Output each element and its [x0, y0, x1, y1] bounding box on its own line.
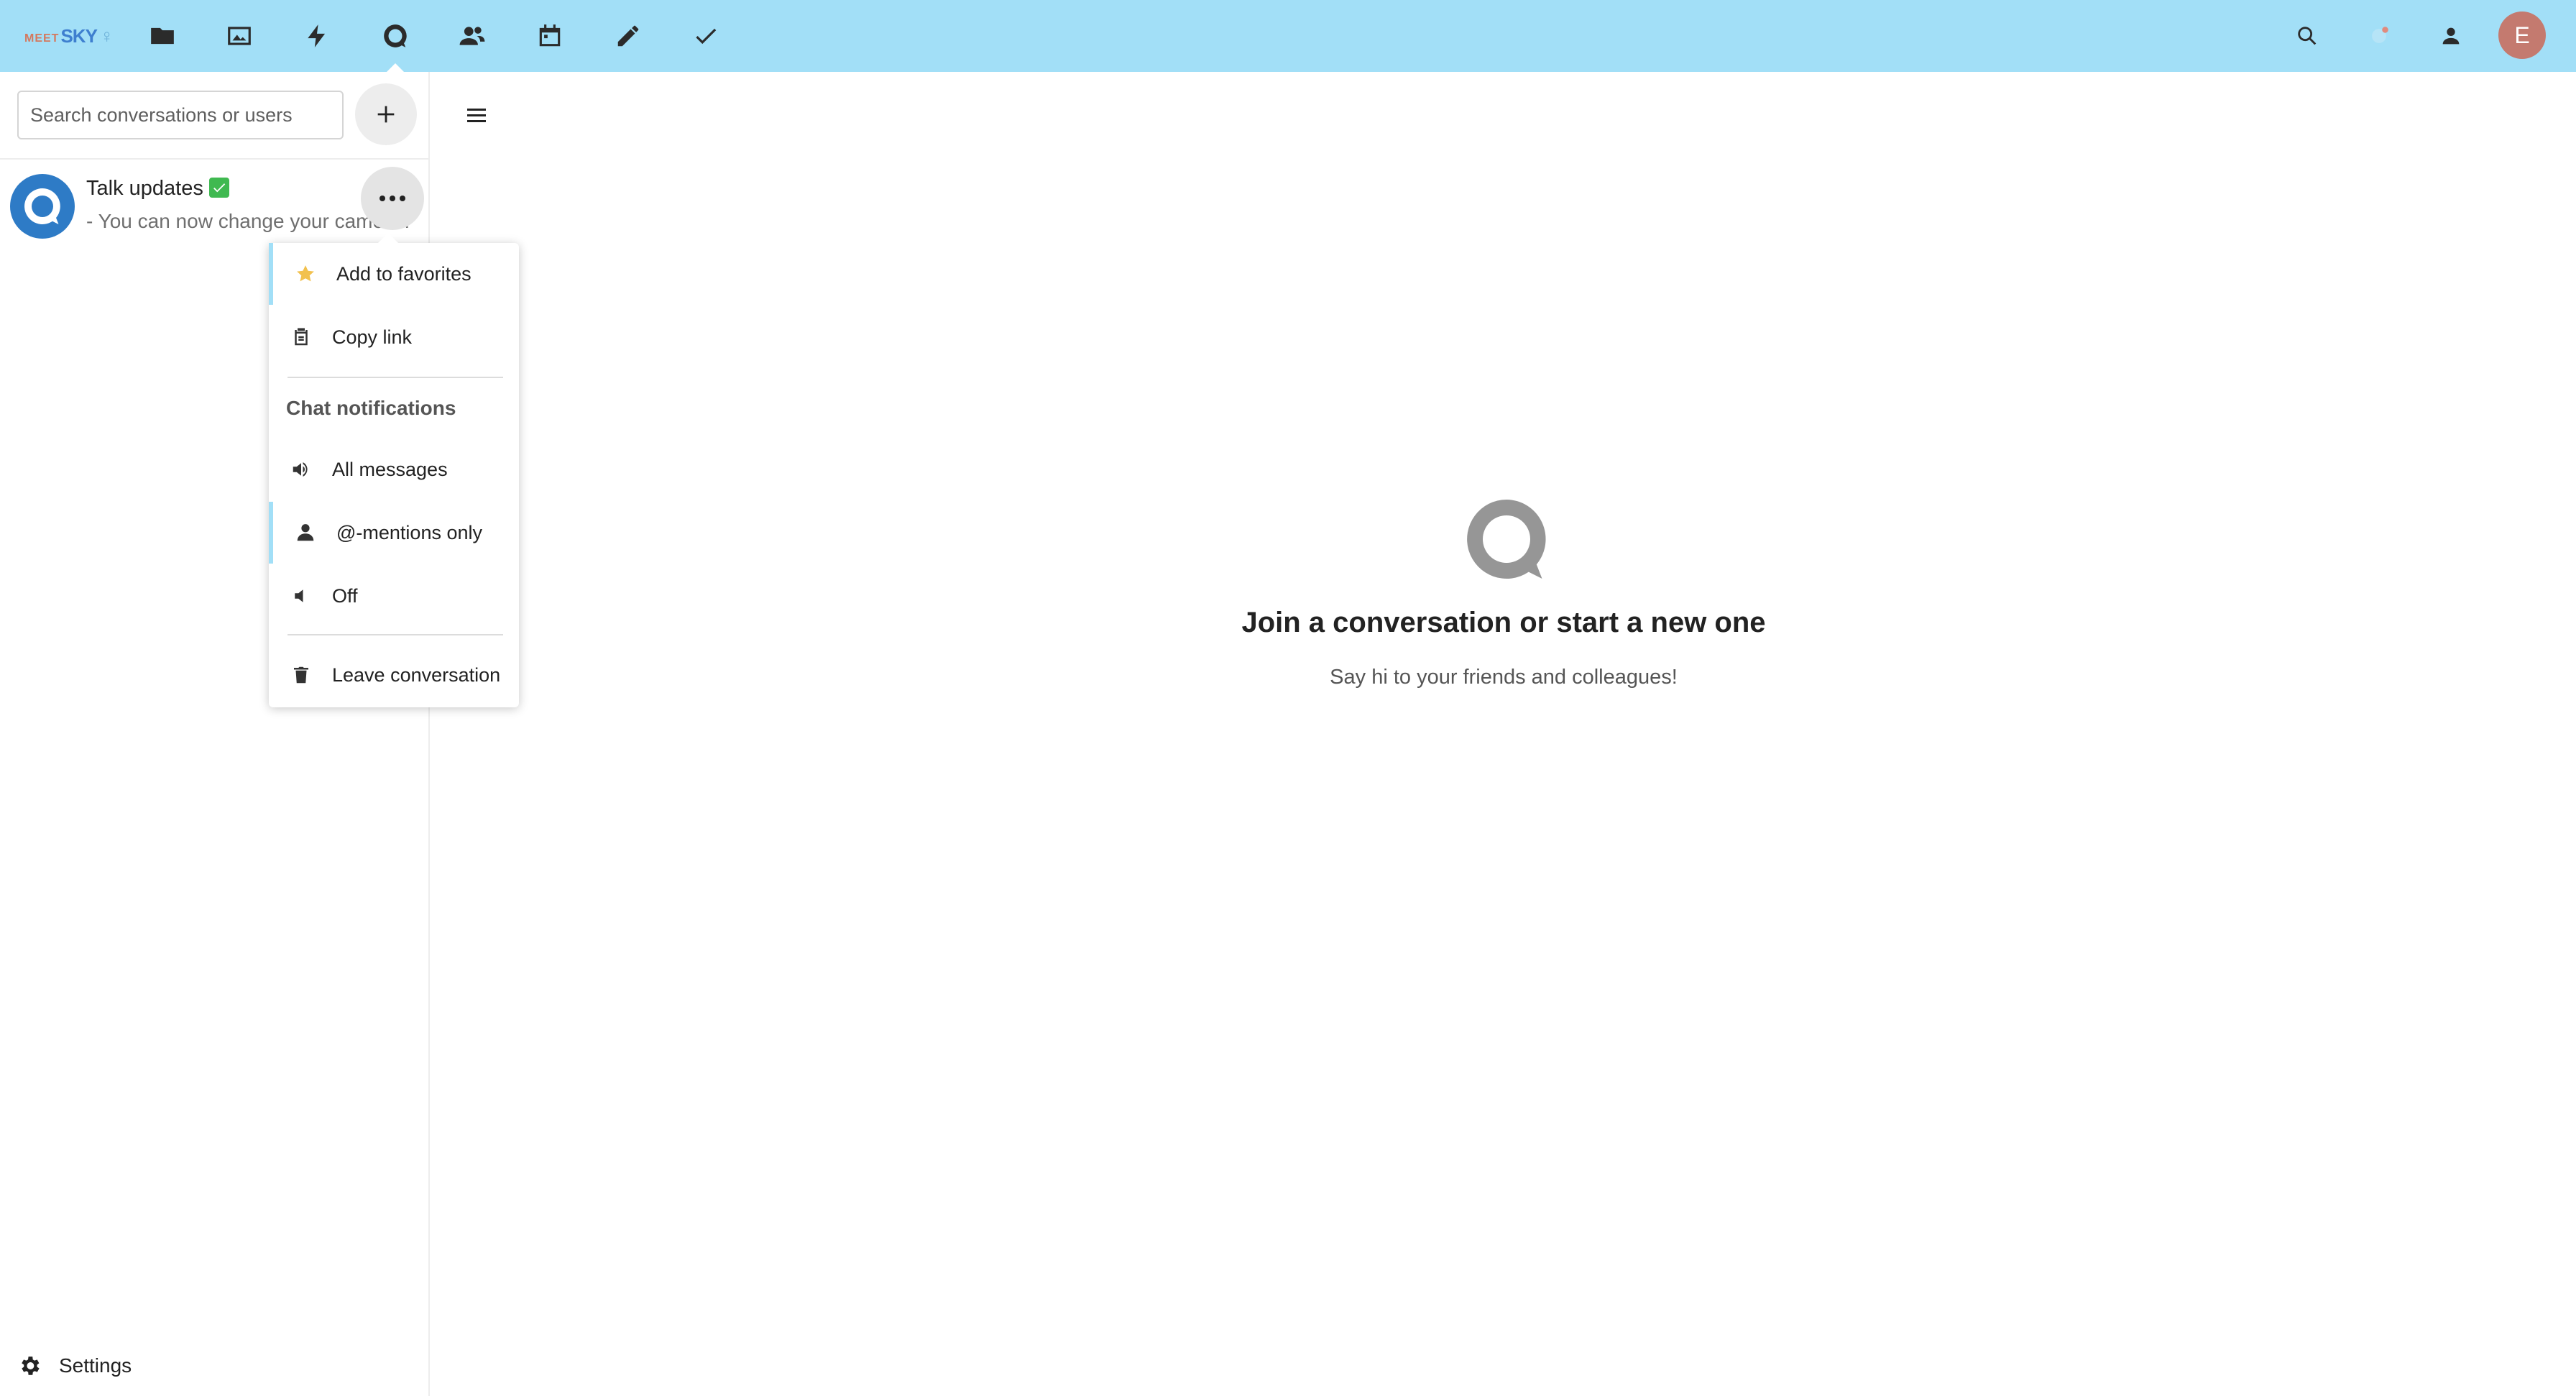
- star-icon: [293, 262, 318, 286]
- search-input[interactable]: [17, 91, 344, 139]
- user-avatar[interactable]: E: [2498, 12, 2546, 59]
- sidebar-divider: [0, 158, 428, 160]
- files-icon[interactable]: [142, 16, 183, 56]
- clipboard-icon: [289, 325, 313, 349]
- copy-link-label: Copy link: [332, 326, 413, 348]
- chat-notifications-caption: Chat notifications: [286, 397, 456, 419]
- talk-empty-icon: [1467, 500, 1546, 579]
- avatar-initial: E: [2514, 22, 2530, 48]
- logo-text-meet: MEET: [24, 32, 60, 45]
- settings-button[interactable]: Settings: [17, 1349, 132, 1383]
- notifications-icon[interactable]: [2360, 17, 2398, 55]
- off-label: Off: [332, 584, 358, 607]
- contacts-menu-icon[interactable]: [2432, 17, 2470, 55]
- all-messages-label: All messages: [332, 458, 448, 480]
- notes-icon[interactable]: [608, 16, 648, 56]
- app-logo[interactable]: MEET SKY ♀: [24, 20, 114, 52]
- conversation-actions-button[interactable]: [361, 167, 424, 230]
- calendar-icon[interactable]: [530, 16, 570, 56]
- conversation-last-message: - You can now change your camera while i…: [86, 210, 411, 232]
- conversation-title: Talk updates: [86, 177, 229, 201]
- more-dot-icon: [380, 196, 385, 201]
- verified-check-icon: [208, 178, 229, 198]
- search-icon[interactable]: [2288, 17, 2326, 55]
- conversation-title-text: Talk updates: [86, 177, 203, 200]
- trash-icon: [289, 663, 313, 687]
- conversation-avatar: [10, 174, 75, 239]
- contacts-icon[interactable]: [452, 16, 492, 56]
- empty-state-subtitle: Say hi to your friends and colleagues!: [1330, 666, 1678, 689]
- main-content: Join a conversation or start a new one S…: [431, 72, 2576, 1396]
- mute-icon: [289, 584, 313, 608]
- empty-state-title: Join a conversation or start a new one: [1241, 607, 1766, 638]
- talk-logo-icon: [24, 188, 60, 224]
- user-icon: [293, 520, 318, 545]
- top-header: MEET SKY ♀ E: [0, 0, 2576, 72]
- more-dot-icon: [390, 196, 395, 201]
- settings-label: Settings: [59, 1354, 132, 1377]
- new-conversation-button[interactable]: [355, 83, 417, 145]
- sound-icon: [289, 457, 313, 482]
- more-dot-icon: [400, 196, 405, 201]
- tasks-icon[interactable]: [686, 16, 726, 56]
- talk-icon[interactable]: [375, 16, 415, 72]
- gear-icon: [22, 1356, 40, 1375]
- photos-icon[interactable]: [219, 16, 259, 56]
- plus-icon: [377, 106, 395, 123]
- activity-icon[interactable]: [297, 16, 337, 56]
- toggle-navigation-button[interactable]: [467, 105, 492, 129]
- logo-text-sky: SKY: [60, 24, 97, 47]
- menu-icon: [467, 109, 486, 111]
- logo-symbol: ♀: [99, 24, 114, 47]
